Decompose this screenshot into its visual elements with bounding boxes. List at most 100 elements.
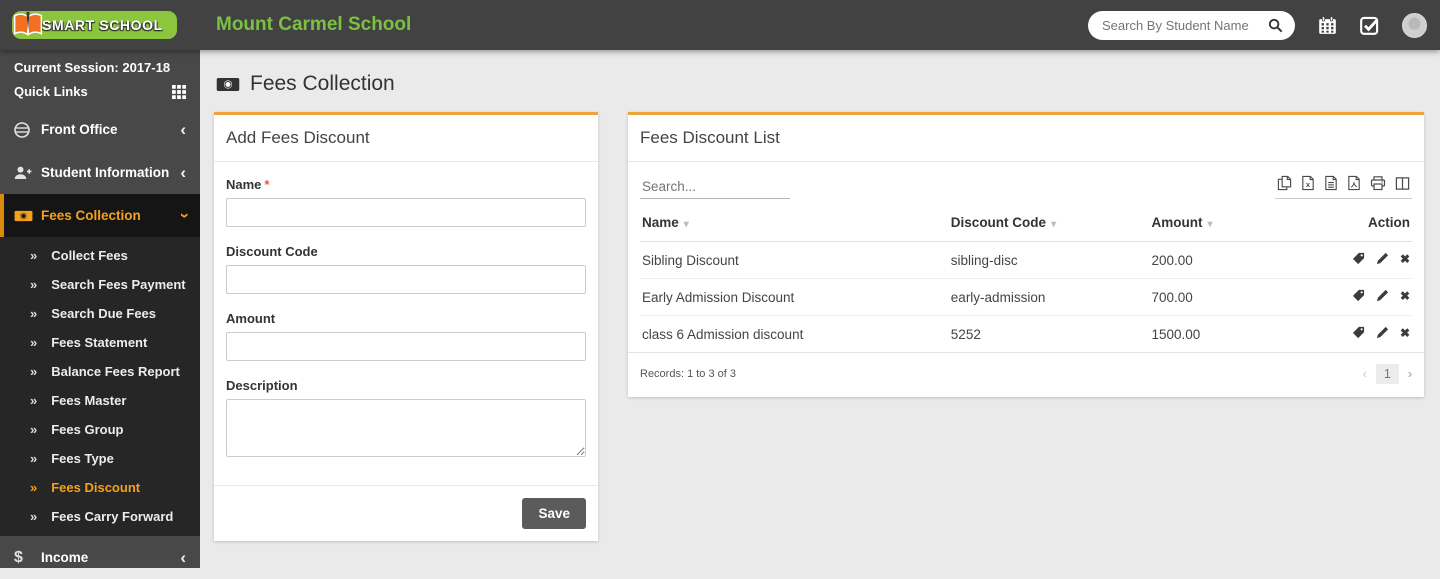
subitem-label: Fees Type	[51, 451, 114, 466]
student-search-input[interactable]	[1100, 17, 1262, 34]
sidebar-subitem-collect-fees[interactable]: » Collect Fees	[0, 241, 200, 270]
amount-label: Amount	[226, 311, 586, 326]
sidebar-subitem-fees-group[interactable]: » Fees Group	[0, 415, 200, 444]
assign-tag-icon[interactable]	[1352, 326, 1365, 339]
dollar-icon: $	[14, 549, 41, 567]
current-session-label: Current Session: 2017-18	[14, 60, 186, 75]
subitem-label: Search Fees Payment	[51, 277, 185, 292]
user-avatar[interactable]	[1402, 13, 1427, 38]
name-input[interactable]	[226, 198, 586, 227]
search-icon[interactable]	[1268, 18, 1283, 33]
sidebar-subitem-fees-master[interactable]: » Fees Master	[0, 386, 200, 415]
fees-collection-submenu: » Collect Fees » Search Fees Payment » S…	[0, 237, 200, 536]
delete-x-icon[interactable]: ✖	[1400, 290, 1410, 302]
discount-code-input[interactable]	[226, 265, 586, 294]
page-number-button[interactable]: 1	[1376, 364, 1399, 384]
cell-discount-code: sibling-disc	[949, 242, 1150, 279]
discount-code-label: Discount Code	[226, 244, 586, 259]
column-header-action: Action	[1343, 204, 1412, 242]
double-angle-icon: »	[30, 509, 37, 524]
quick-links-label: Quick Links	[14, 84, 88, 99]
tasks-check-icon[interactable]	[1360, 16, 1379, 35]
sidebar-subitem-fees-carry-forward[interactable]: » Fees Carry Forward	[0, 502, 200, 531]
chevron-left-icon: ‹	[180, 164, 186, 181]
quick-links[interactable]: Quick Links	[14, 84, 186, 99]
svg-text:x: x	[1306, 180, 1311, 189]
chevron-left-icon: ‹	[180, 121, 186, 138]
cell-discount-code: 5252	[949, 316, 1150, 353]
main-content: Fees Collection Add Fees Discount Name* …	[200, 50, 1440, 541]
delete-x-icon[interactable]: ✖	[1400, 327, 1410, 339]
sidebar-item-student-information[interactable]: Student Information ‹	[0, 151, 200, 194]
table-header-row: Name▾ Discount Code▾ Amount▾ Action	[640, 204, 1412, 242]
save-button[interactable]: Save	[522, 498, 586, 529]
sidebar-subitem-search-fees-payment[interactable]: » Search Fees Payment	[0, 270, 200, 299]
pdf-icon[interactable]	[1347, 175, 1361, 191]
edit-pencil-icon[interactable]	[1376, 326, 1389, 339]
sidebar-subitem-fees-statement[interactable]: » Fees Statement	[0, 328, 200, 357]
fees-discount-table: Name▾ Discount Code▾ Amount▾ Action	[640, 204, 1412, 352]
delete-x-icon[interactable]: ✖	[1400, 253, 1410, 265]
double-angle-icon: »	[30, 364, 37, 379]
book-logo-icon	[12, 9, 44, 41]
grid-icon[interactable]	[172, 85, 186, 99]
assign-tag-icon[interactable]	[1352, 289, 1365, 302]
double-angle-icon: »	[30, 248, 37, 263]
double-angle-icon: »	[30, 335, 37, 350]
edit-pencil-icon[interactable]	[1376, 252, 1389, 265]
required-marker: *	[264, 177, 269, 192]
sidebar-item-label: Fees Collection	[41, 208, 180, 223]
list-footer: Records: 1 to 3 of 3 ‹ 1 ›	[628, 352, 1424, 397]
description-textarea[interactable]	[226, 399, 586, 457]
cell-amount: 1500.00	[1150, 316, 1343, 353]
columns-icon[interactable]	[1395, 176, 1410, 191]
edit-pencil-icon[interactable]	[1376, 289, 1389, 302]
page-prev-button[interactable]: ‹	[1363, 367, 1367, 381]
double-angle-icon: »	[30, 277, 37, 292]
subitem-label: Fees Discount	[51, 480, 140, 495]
app-logo[interactable]: SMART SCHOOL	[0, 0, 200, 50]
cell-amount: 200.00	[1150, 242, 1343, 279]
sidebar-subitem-fees-discount[interactable]: » Fees Discount	[0, 473, 200, 502]
records-count: Records: 1 to 3 of 3	[640, 368, 736, 380]
copy-icon[interactable]	[1277, 175, 1292, 191]
subitem-label: Fees Master	[51, 393, 126, 408]
sidebar-subitem-balance-fees-report[interactable]: » Balance Fees Report	[0, 357, 200, 386]
table-search-input[interactable]	[640, 175, 790, 199]
table-row: class 6 Admission discount 5252 1500.00 …	[640, 316, 1412, 353]
cell-name: Sibling Discount	[640, 242, 949, 279]
list-toolbar: x	[628, 162, 1424, 199]
sidebar-item-fees-collection[interactable]: Fees Collection ‹	[0, 194, 200, 237]
column-header-discount-code[interactable]: Discount Code▾	[949, 204, 1150, 242]
amount-input[interactable]	[226, 332, 586, 361]
column-header-amount[interactable]: Amount▾	[1150, 204, 1343, 242]
sort-caret-icon: ▾	[1208, 219, 1213, 230]
list-card-title: Fees Discount List	[628, 115, 1424, 162]
sidebar-subitem-fees-type[interactable]: » Fees Type	[0, 444, 200, 473]
page-title-text: Fees Collection	[250, 72, 395, 96]
chevron-left-icon: ‹	[180, 549, 186, 566]
excel-icon[interactable]: x	[1301, 175, 1315, 191]
school-name: Mount Carmel School	[216, 14, 411, 36]
description-label: Description	[226, 378, 586, 393]
sidebar-item-front-office[interactable]: Front Office ‹	[0, 108, 200, 151]
subitem-label: Fees Carry Forward	[51, 509, 173, 524]
assign-tag-icon[interactable]	[1352, 252, 1365, 265]
sidebar-item-income[interactable]: $ Income ‹	[0, 536, 200, 579]
print-icon[interactable]	[1370, 175, 1386, 191]
sidebar: Current Session: 2017-18 Quick Links Fro…	[0, 50, 200, 568]
csv-icon[interactable]	[1324, 175, 1338, 191]
table-row: Early Admission Discount early-admission…	[640, 279, 1412, 316]
column-header-name[interactable]: Name▾	[640, 204, 949, 242]
page-next-button[interactable]: ›	[1408, 367, 1412, 381]
subitem-label: Collect Fees	[51, 248, 128, 263]
cell-discount-code: early-admission	[949, 279, 1150, 316]
student-search[interactable]	[1088, 11, 1295, 40]
cell-amount: 700.00	[1150, 279, 1343, 316]
page-title: Fees Collection	[216, 72, 1424, 96]
sidebar-item-label: Front Office	[41, 122, 180, 137]
sidebar-subitem-search-due-fees[interactable]: » Search Due Fees	[0, 299, 200, 328]
front-office-icon	[14, 122, 41, 138]
subitem-label: Fees Statement	[51, 335, 147, 350]
calendar-icon[interactable]	[1318, 16, 1337, 35]
